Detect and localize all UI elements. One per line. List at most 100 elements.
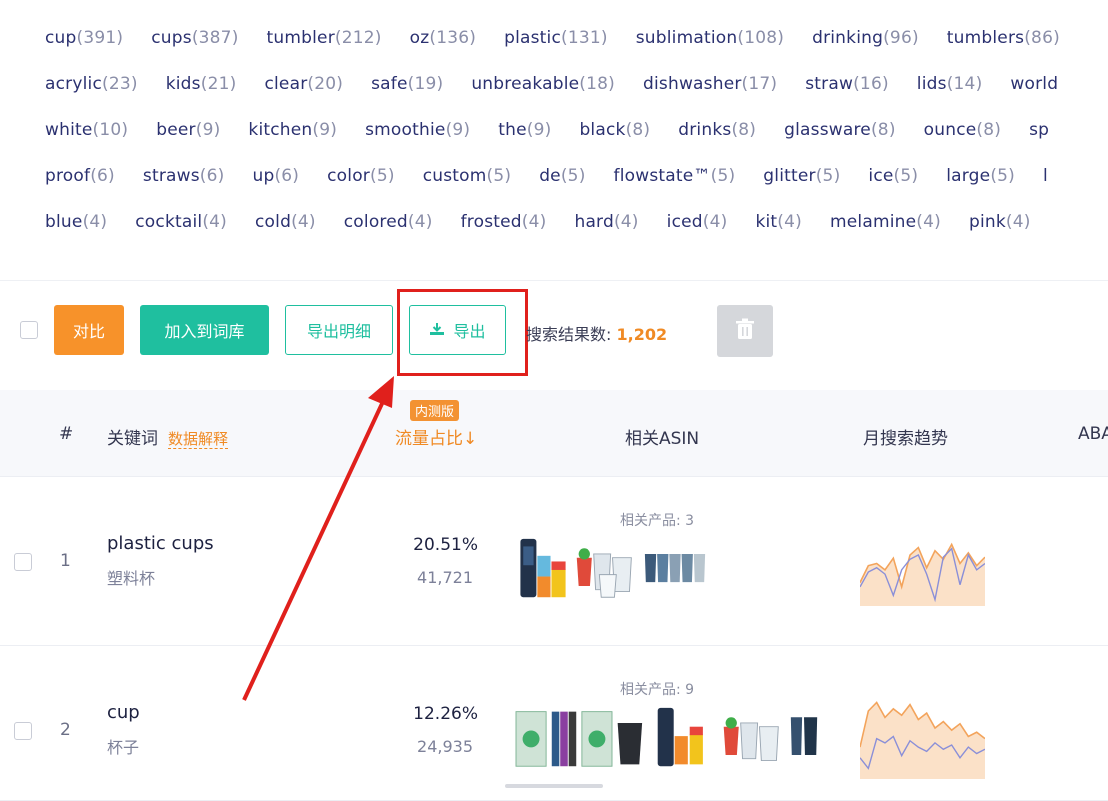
keyword-tag-word: kit <box>755 212 778 232</box>
keyword-link[interactable]: plastic cups <box>107 533 214 554</box>
keyword-tag-count: (4) <box>82 212 108 232</box>
keyword-tag[interactable]: color(5) <box>327 166 395 186</box>
keyword-tag[interactable]: drinks(8) <box>678 120 756 140</box>
keyword-tag[interactable]: beer(9) <box>156 120 220 140</box>
keyword-tag[interactable]: lids(14) <box>917 74 983 94</box>
product-thumbnail[interactable] <box>720 706 782 770</box>
header-traffic-share-sort[interactable]: 流量占比↓ <box>395 424 477 449</box>
keyword-tag-word: custom <box>422 166 487 186</box>
keyword-tag-count: (20) <box>307 74 344 94</box>
keyword-tag[interactable]: straw(16) <box>805 74 889 94</box>
keyword-tag[interactable]: ice(5) <box>868 166 918 186</box>
beta-badge: 内测版 <box>410 400 460 421</box>
keyword-tag[interactable]: safe(19) <box>371 74 443 94</box>
product-thumbnail[interactable] <box>654 706 716 770</box>
product-thumbnail[interactable] <box>573 537 637 601</box>
keyword-tag[interactable]: large(5) <box>946 166 1015 186</box>
keyword-tag[interactable]: oz(136) <box>410 28 476 48</box>
keyword-tag[interactable]: cups(387) <box>151 28 238 48</box>
keyword-tag[interactable]: melamine(4) <box>830 212 941 232</box>
keyword-tag-count: (108) <box>737 28 785 48</box>
keyword-tag-count: (387) <box>191 28 239 48</box>
keyword-tag[interactable]: kit(4) <box>755 212 802 232</box>
keyword-tag[interactable]: up(6) <box>252 166 299 186</box>
keyword-tag-count: (136) <box>429 28 477 48</box>
export-detail-button[interactable]: 导出明细 <box>285 305 393 355</box>
keyword-tag[interactable]: white(10) <box>45 120 128 140</box>
keyword-tag[interactable]: glassware(8) <box>784 120 896 140</box>
keyword-tag-word: the <box>498 120 527 140</box>
keyword-tag-count: (6) <box>90 166 115 186</box>
keyword-tag[interactable]: tumbler(212) <box>267 28 382 48</box>
keyword-tag-word: glassware <box>784 120 871 140</box>
keyword-tag[interactable]: the(9) <box>498 120 551 140</box>
keyword-tag[interactable]: flowstate™(5) <box>614 166 736 186</box>
keyword-tag[interactable]: kids(21) <box>166 74 237 94</box>
keyword-tag[interactable]: sublimation(108) <box>636 28 784 48</box>
keyword-tag[interactable]: drinking(96) <box>812 28 919 48</box>
keyword-tag[interactable]: cold(4) <box>255 212 316 232</box>
monthly-trend-sparkline <box>860 701 985 779</box>
compare-button[interactable]: 对比 <box>54 305 124 355</box>
keyword-tag[interactable]: cup(391) <box>45 28 123 48</box>
keyword-tag-word: proof <box>45 166 91 186</box>
keyword-tag[interactable]: dishwasher(17) <box>643 74 777 94</box>
table-row: 1 plastic cups 塑料杯 20.51% 41,721 相关产品: 3 <box>0 477 1108 646</box>
keyword-tag[interactable]: proof(6) <box>45 166 115 186</box>
horizontal-scrollbar[interactable] <box>505 784 603 788</box>
keyword-tag[interactable]: smoothie(9) <box>365 120 470 140</box>
result-count-label: 搜索结果数: <box>526 325 612 344</box>
keyword-tag[interactable]: glitter(5) <box>763 166 840 186</box>
keyword-tag-word: pink <box>968 212 1006 232</box>
keyword-tag[interactable]: cocktail(4) <box>135 212 227 232</box>
keyword-tag-count: (5) <box>893 166 919 186</box>
keyword-tag[interactable]: clear(20) <box>264 74 343 94</box>
keyword-tag-word: frosted <box>460 212 522 232</box>
table-toolbar: 对比 加入到词库 导出明细 导出 搜索结果数: 1,202 <box>0 280 1108 391</box>
keyword-tag[interactable]: ounce(8) <box>924 120 1001 140</box>
keyword-tag-word: sublimation <box>635 28 738 48</box>
keyword-tag[interactable]: hard(4) <box>574 212 638 232</box>
header-keyword-label: 关键词 <box>107 429 158 449</box>
add-to-lexicon-button[interactable]: 加入到词库 <box>140 305 269 355</box>
keyword-tag-word: kids <box>165 74 201 94</box>
delete-button[interactable] <box>717 305 773 357</box>
keyword-tag-count: (5) <box>370 166 395 186</box>
keyword-tag[interactable]: plastic(131) <box>504 28 608 48</box>
keyword-tag-count: (8) <box>870 120 896 140</box>
header-related-asin: 相关ASIN <box>625 429 700 449</box>
search-volume-value: 41,721 <box>417 568 473 587</box>
table-header: # 关键词 数据解释 内测版 流量占比↓ 相关ASIN 月搜索趋势 ABA <box>0 390 1108 477</box>
keyword-tag[interactable]: unbreakable(18) <box>471 74 615 94</box>
product-thumbnail[interactable] <box>510 706 650 770</box>
keyword-tag-word: clear <box>264 74 308 94</box>
keyword-tag[interactable]: tumblers(86) <box>947 28 1060 48</box>
keyword-tag-count: (14) <box>946 74 983 94</box>
keyword-tag[interactable]: kitchen(9) <box>248 120 337 140</box>
keyword-tag-word: l <box>1043 166 1048 186</box>
data-explain-link[interactable]: 数据解释 <box>168 430 229 449</box>
keyword-tag[interactable]: blue(4) <box>45 212 107 232</box>
keyword-tag[interactable]: straws(6) <box>143 166 225 186</box>
keyword-tag[interactable]: frosted(4) <box>461 212 547 232</box>
row-checkbox[interactable] <box>14 722 32 740</box>
keyword-tag[interactable]: black(8) <box>579 120 650 140</box>
keyword-link[interactable]: cup <box>107 702 140 723</box>
keyword-tag[interactable]: acrylic(23) <box>45 74 138 94</box>
header-keyword: 关键词 数据解释 <box>107 424 229 449</box>
keyword-tag[interactable]: iced(4) <box>667 212 728 232</box>
product-thumbnail[interactable] <box>786 706 822 770</box>
keyword-tag[interactable]: pink(4) <box>969 212 1031 232</box>
row-checkbox[interactable] <box>14 553 32 571</box>
keyword-tag-word: flowstate™ <box>613 166 711 186</box>
product-thumbnail[interactable] <box>517 537 569 601</box>
product-thumbnail[interactable] <box>641 537 709 601</box>
keyword-tag[interactable]: sp <box>1029 120 1049 140</box>
keyword-tag[interactable]: de(5) <box>539 166 585 186</box>
keyword-tag[interactable]: custom(5) <box>423 166 512 186</box>
keyword-tag[interactable]: colored(4) <box>344 212 433 232</box>
keyword-tag[interactable]: world <box>1010 74 1058 94</box>
select-all-checkbox[interactable] <box>20 321 38 339</box>
keyword-tag-word: de <box>539 166 561 186</box>
keyword-tag[interactable]: l <box>1043 166 1048 186</box>
